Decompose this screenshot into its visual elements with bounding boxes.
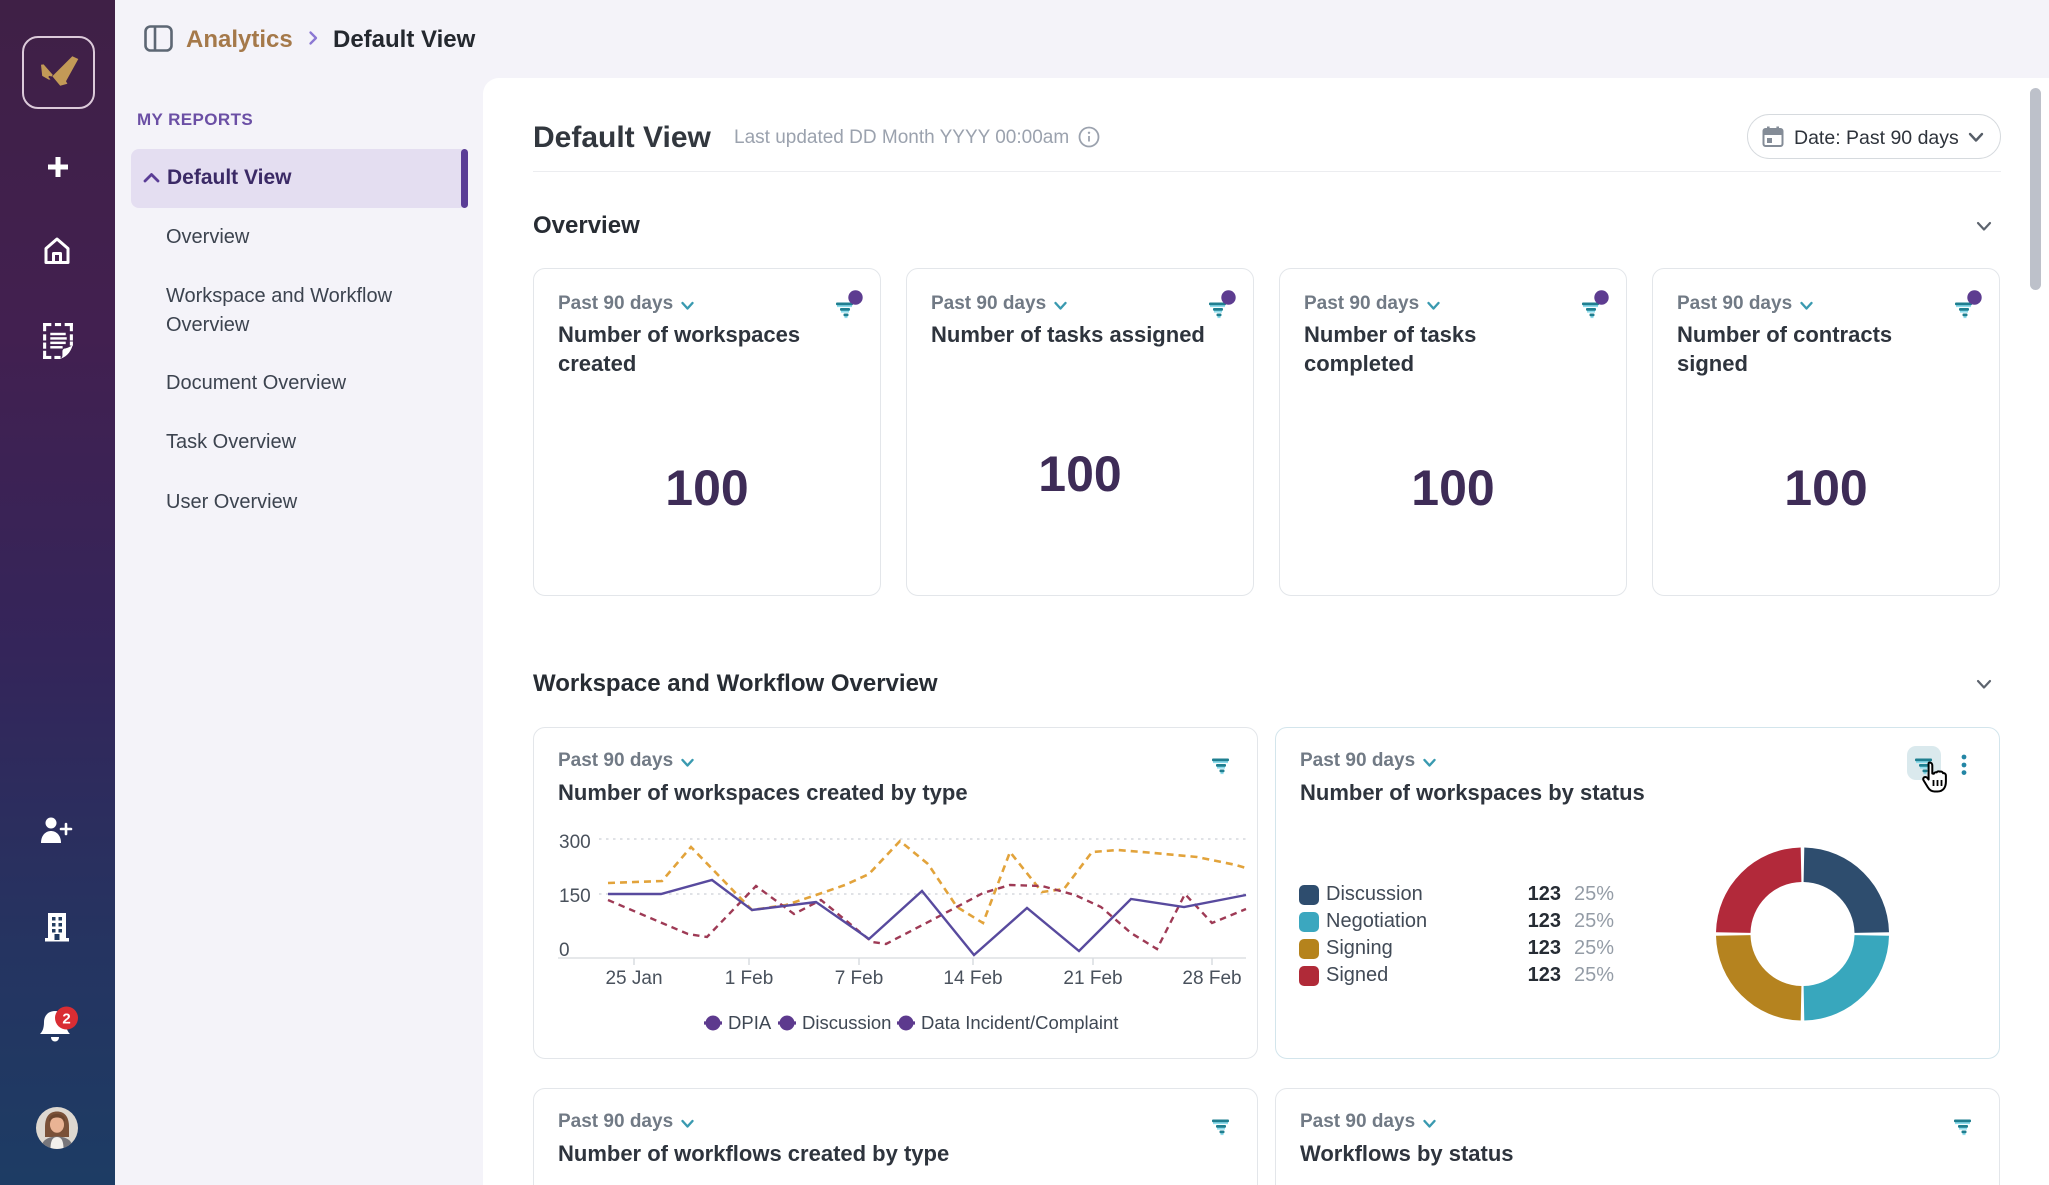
svg-text:150: 150: [559, 886, 591, 907]
svg-text:Data Incident/Complaint: Data Incident/Complaint: [921, 1012, 1118, 1033]
svg-text:Discussion: Discussion: [802, 1012, 891, 1033]
svg-text:300: 300: [559, 832, 591, 853]
svg-text:14 Feb: 14 Feb: [943, 968, 1002, 989]
svg-text:21 Feb: 21 Feb: [1063, 968, 1122, 989]
svg-text:1 Feb: 1 Feb: [725, 968, 774, 989]
svg-text:DPIA: DPIA: [728, 1012, 772, 1033]
svg-text:2: 2: [62, 1011, 70, 1028]
svg-text:28 Feb: 28 Feb: [1182, 968, 1241, 989]
svg-text:7 Feb: 7 Feb: [835, 968, 884, 989]
svg-text:25 Jan: 25 Jan: [605, 968, 662, 989]
svg-text:0: 0: [559, 940, 570, 961]
